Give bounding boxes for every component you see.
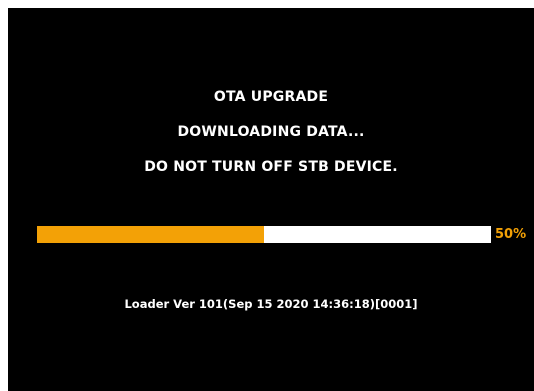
ota-upgrade-screen: OTA UPGRADE DOWNLOADING DATA... DO NOT T… [8, 8, 534, 391]
progress-bar [37, 226, 491, 243]
loader-version-text: Loader Ver 101(Sep 15 2020 14:36:18)[000… [124, 297, 418, 311]
progress-percent: 50% [495, 227, 527, 242]
page-title: OTA UPGRADE [213, 89, 329, 105]
progress-bar-fill [37, 226, 264, 243]
download-status-text: DOWNLOADING DATA... [177, 124, 365, 140]
power-warning-text: DO NOT TURN OFF STB DEVICE. [144, 159, 398, 175]
